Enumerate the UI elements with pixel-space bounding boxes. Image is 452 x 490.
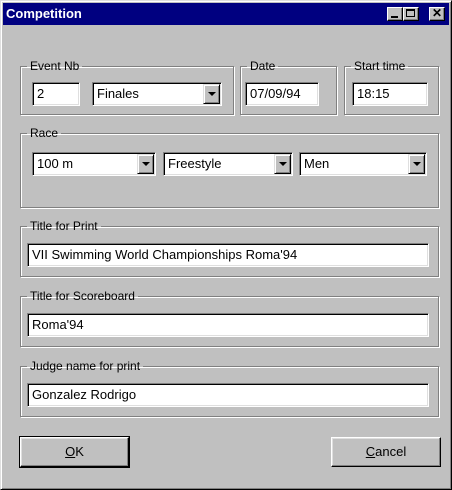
competition-dialog: Competition ✕ Event Nb 2 Finales Date 07… (0, 0, 452, 490)
print-title-field[interactable]: VII Swimming World Championships Roma'94 (27, 243, 429, 267)
race-category-dropdown[interactable]: Men (299, 152, 427, 176)
start-time-group-label: Start time (354, 59, 406, 73)
start-time-field[interactable]: 18:15 (352, 82, 428, 106)
title-bar[interactable]: Competition ✕ (3, 3, 449, 25)
ok-button[interactable]: OK (19, 436, 130, 468)
maximize-button[interactable] (403, 7, 419, 21)
chevron-down-icon (279, 162, 287, 166)
race-distance-dropdown[interactable]: 100 m (32, 152, 156, 176)
chevron-down-icon (208, 92, 216, 96)
window-title: Competition (6, 6, 82, 21)
dropdown-arrow-button[interactable] (203, 84, 220, 104)
cancel-label: ancel (375, 444, 407, 459)
date-group-label: Date (250, 59, 276, 73)
ok-mnemonic: O (65, 444, 76, 459)
dropdown-arrow-button[interactable] (137, 154, 154, 174)
judge-name-field[interactable]: Gonzalez Rodrigo (27, 383, 429, 407)
date-field[interactable]: 07/09/94 (245, 82, 319, 106)
race-group-label: Race (30, 126, 59, 140)
dropdown-arrow-button[interactable] (274, 154, 291, 174)
judge-group-label: Judge name for print (30, 359, 141, 373)
dropdown-arrow-button[interactable] (408, 154, 425, 174)
chevron-down-icon (413, 162, 421, 166)
cancel-button[interactable]: Cancel (331, 437, 441, 467)
event-group-label: Event Nb (30, 59, 80, 73)
event-phase-dropdown[interactable]: Finales (92, 82, 222, 106)
event-number-field[interactable]: 2 (32, 82, 80, 106)
minimize-icon (391, 16, 398, 18)
close-icon: ✕ (432, 6, 443, 20)
chevron-down-icon (142, 162, 150, 166)
cancel-mnemonic: C (365, 444, 376, 459)
race-stroke-dropdown[interactable]: Freestyle (163, 152, 293, 176)
ok-label: K (75, 444, 84, 459)
scoreboard-title-field[interactable]: Roma'94 (27, 313, 429, 337)
minimize-button[interactable] (387, 7, 403, 21)
print-title-group-label: Title for Print (30, 219, 98, 233)
scoreboard-title-group-label: Title for Scoreboard (30, 289, 135, 303)
maximize-icon (406, 9, 415, 17)
close-button[interactable]: ✕ (429, 6, 445, 21)
